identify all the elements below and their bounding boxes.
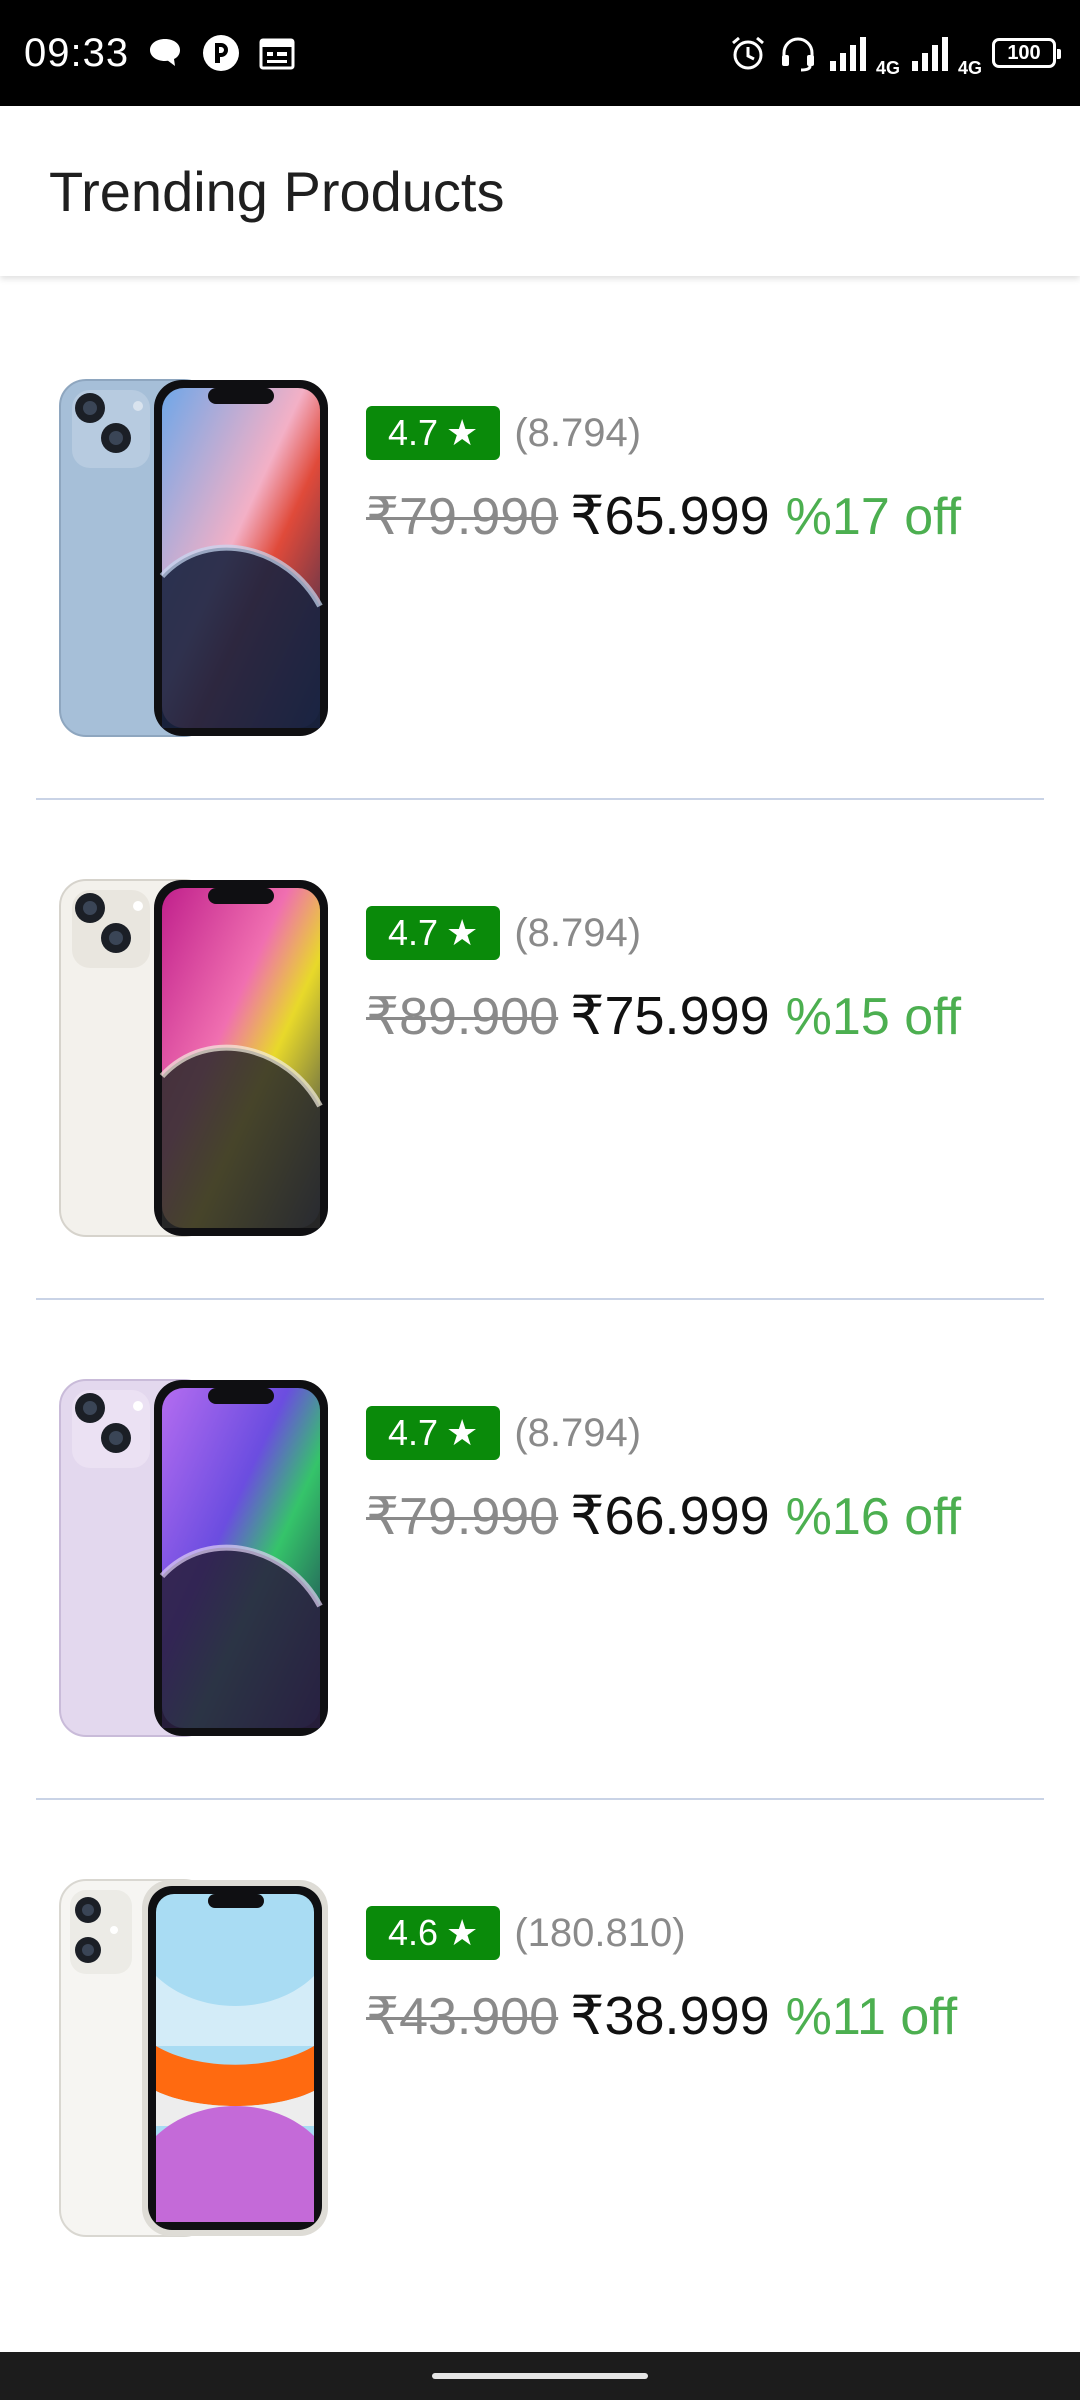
product-item[interactable]: 4.7 ★ (8.794) ₹89.900 ₹75.999 %15 off: [36, 800, 1044, 1300]
price-row: ₹79.990 ₹66.999 %16 off: [366, 1484, 961, 1547]
page-title: Trending Products: [49, 159, 505, 223]
network-type-sim2: 4G: [957, 57, 982, 78]
rating-badge: 4.7 ★: [366, 1406, 501, 1460]
product-info: 4.7 ★ (8.794) ₹79.990 ₹65.999 %17 off: [366, 406, 961, 547]
star-icon: ★: [446, 1412, 479, 1453]
discount-label: %16 off: [785, 1488, 962, 1546]
status-left: 09:33: [24, 31, 297, 76]
rating-row: 4.7 ★ (8.794): [366, 1406, 961, 1460]
rating-badge: 4.7 ★: [366, 906, 501, 960]
original-price: ₹79.990: [366, 1488, 559, 1546]
original-price: ₹43.900: [366, 1988, 559, 2046]
rating-value: 4.7: [388, 912, 439, 953]
discount-label: %11 off: [785, 1988, 958, 2046]
alarm-icon: [728, 33, 768, 73]
status-time: 09:33: [24, 30, 130, 75]
product-item[interactable]: 4.7 ★ (8.794) ₹79.990 ₹65.999 %17 off: [36, 300, 1044, 800]
rating-value: 4.6: [388, 1912, 439, 1953]
product-info: 4.7 ★ (8.794) ₹89.900 ₹75.999 %15 off: [366, 906, 961, 1047]
product-item[interactable]: 4.6 ★ (180.810) ₹43.900 ₹38.999 %11 off: [36, 1800, 1044, 2300]
rating-row: 4.7 ★ (8.794): [366, 906, 961, 960]
product-image-white-phone[interactable]: [58, 1876, 330, 2238]
rating-count: (8.794): [514, 1410, 642, 1455]
app-notification-icon: [201, 33, 241, 73]
signal-strength-icon-sim1: [828, 33, 872, 73]
rating-value: 4.7: [388, 1412, 439, 1453]
star-icon: ★: [446, 912, 479, 953]
calendar-icon: [257, 33, 297, 73]
original-price: ₹89.900: [366, 988, 559, 1046]
price-row: ₹79.990 ₹65.999 %17 off: [366, 484, 961, 547]
original-price: ₹79.990: [366, 488, 559, 546]
rating-count: (180.810): [514, 1910, 686, 1955]
product-info: 4.6 ★ (180.810) ₹43.900 ₹38.999 %11 off: [366, 1906, 957, 2047]
system-navigation-bar: [0, 2352, 1080, 2400]
product-item[interactable]: 4.7 ★ (8.794) ₹79.990 ₹66.999 %16 off: [36, 1300, 1044, 1800]
status-bar: 09:33 4G 4G 100: [0, 0, 1080, 106]
sale-price: ₹65.999: [570, 486, 770, 546]
rating-row: 4.6 ★ (180.810): [366, 1906, 957, 1960]
star-icon: ★: [446, 412, 479, 453]
discount-label: %17 off: [785, 488, 962, 546]
app-bar: Trending Products: [0, 106, 1080, 276]
rating-count: (8.794): [514, 410, 642, 455]
star-icon: ★: [446, 1912, 479, 1953]
product-list: 4.7 ★ (8.794) ₹79.990 ₹65.999 %17 off 4.…: [36, 300, 1044, 2300]
rating-row: 4.7 ★ (8.794): [366, 406, 961, 460]
signal-strength-icon-sim2: [910, 33, 954, 73]
rating-value: 4.7: [388, 412, 439, 453]
discount-label: %15 off: [785, 988, 962, 1046]
price-row: ₹89.900 ₹75.999 %15 off: [366, 984, 961, 1047]
product-info: 4.7 ★ (8.794) ₹79.990 ₹66.999 %16 off: [366, 1406, 961, 1547]
sale-price: ₹66.999: [570, 1486, 770, 1546]
product-image-starlight-phone[interactable]: [58, 876, 330, 1238]
screen: 09:33 4G 4G 100 Trending Products 4.7 ★ …: [0, 0, 1080, 2400]
product-image-purple-phone[interactable]: [58, 1376, 330, 1738]
home-indicator[interactable]: [432, 2373, 648, 2379]
sale-price: ₹75.999: [570, 986, 770, 1046]
network-type-sim1: 4G: [875, 57, 900, 78]
chat-bubble-icon: [145, 33, 185, 73]
sale-price: ₹38.999: [570, 1986, 770, 2046]
rating-badge: 4.7 ★: [366, 406, 501, 460]
product-image-blue-phone[interactable]: [58, 376, 330, 738]
battery-indicator: 100: [992, 38, 1061, 68]
rating-badge: 4.6 ★: [366, 1906, 501, 1960]
headset-icon: [778, 33, 818, 73]
price-row: ₹43.900 ₹38.999 %11 off: [366, 1984, 957, 2047]
status-right: 4G 4G 100: [728, 28, 1061, 79]
rating-count: (8.794): [514, 910, 642, 955]
